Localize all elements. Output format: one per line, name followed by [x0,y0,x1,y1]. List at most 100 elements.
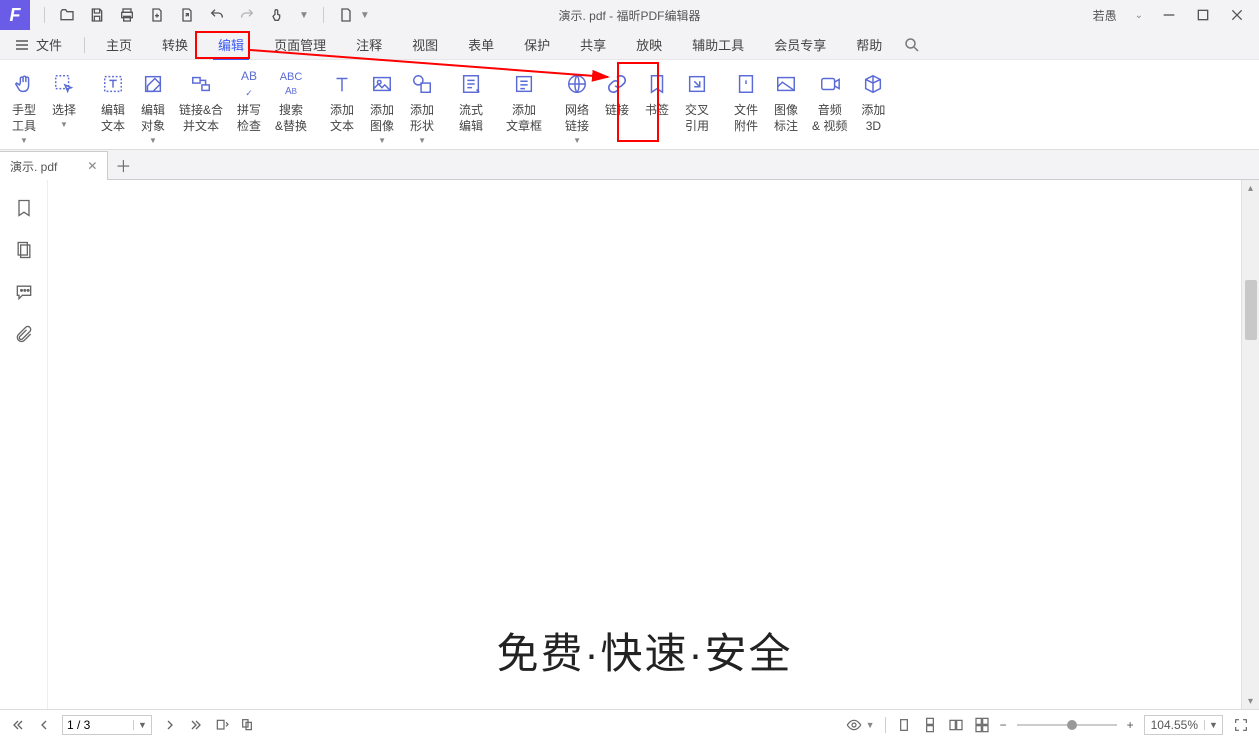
user-name[interactable]: 若愚 [1093,7,1117,24]
link-merge-text-button[interactable]: 链接&合并文本 [173,64,229,150]
menu-编辑[interactable]: 编辑 [203,30,259,60]
chevron-down-icon: ▼ [378,136,386,147]
first-page-icon[interactable] [10,717,26,733]
menu-共享[interactable]: 共享 [565,30,621,60]
zoom-slider[interactable] [1017,724,1117,726]
chevron-down-icon[interactable]: ⌄ [1135,10,1143,21]
add-shape-button[interactable]: 添加形状 ▼ [402,64,442,150]
menu-主页[interactable]: 主页 [91,30,147,60]
pdf-page: 免费·快速·安全 [48,180,1241,709]
visibility-icon[interactable] [846,717,862,733]
maximize-icon[interactable] [1195,7,1211,23]
two-page-continuous-icon[interactable] [974,717,990,733]
menu-会员专享[interactable]: 会员专享 [759,30,841,60]
file-attach-button[interactable]: 文件附件 [726,64,766,150]
main-area: ▶ 免费·快速·安全 ▴ ▾ [0,180,1259,709]
two-page-icon[interactable] [948,717,964,733]
scroll-thumb[interactable] [1245,280,1257,340]
vertical-scrollbar[interactable]: ▴ ▾ [1241,180,1259,709]
menu-保护[interactable]: 保护 [509,30,565,60]
document-viewport[interactable]: 免费·快速·安全 [48,180,1241,709]
cross-ref-button[interactable]: 交叉引用 [677,64,717,150]
page-field[interactable] [63,718,133,732]
slider-thumb[interactable] [1067,720,1077,730]
window-controls: 若愚 ⌄ [1093,7,1259,24]
next-page-icon[interactable] [162,717,178,733]
chevron-down-icon: ▼ [60,120,68,131]
file-menu[interactable]: 文件 [14,35,74,54]
attachments-panel-icon[interactable] [14,324,34,344]
menu-表单[interactable]: 表单 [453,30,509,60]
menu-页面管理[interactable]: 页面管理 [259,30,341,60]
page-export-icon[interactable] [179,7,195,23]
menu-视图[interactable]: 视图 [397,30,453,60]
add-3d-button[interactable]: 添加3D [853,64,893,150]
menu-辅助工具[interactable]: 辅助工具 [677,30,759,60]
continuous-icon[interactable] [922,717,938,733]
print-icon[interactable] [119,7,135,23]
undo-icon[interactable] [209,7,225,23]
status-bar: ▼ ▼ − + 104.55% ▼ [0,709,1259,739]
add-text-button[interactable]: 添加文本 [322,64,362,150]
page-add-icon[interactable] [149,7,165,23]
edit-object-button[interactable]: 编辑对象 ▼ [133,64,173,150]
rotate-view-icon[interactable] [214,717,230,733]
link-button[interactable]: 链接 [597,64,637,150]
bookmark-button[interactable]: 书签 [637,64,677,150]
document-tabs: 演示. pdf ✕ ＋ [0,150,1259,180]
zoom-in-button[interactable]: + [1127,718,1134,732]
scroll-up-icon[interactable]: ▴ [1242,180,1259,196]
separator [323,7,324,23]
spell-check-button[interactable]: AB✓ 拼写检查 [229,64,269,150]
prev-page-icon[interactable] [36,717,52,733]
close-icon[interactable]: ✕ [87,159,97,173]
add-image-button[interactable]: 添加图像 ▼ [362,64,402,150]
tab-label: 演示. pdf [10,158,57,175]
search-icon[interactable] [903,36,921,54]
image-annot-button[interactable]: 图像标注 [766,64,806,150]
reflow-edit-button[interactable]: 流式编辑 [451,64,491,150]
menu-注释[interactable]: 注释 [341,30,397,60]
chevron-down-icon[interactable]: ▼ [1204,720,1222,730]
edit-text-button[interactable]: 编辑文本 [93,64,133,150]
page-number-input[interactable]: ▼ [62,715,152,735]
web-link-button[interactable]: 网络链接 ▼ [557,64,597,150]
chevron-down-icon: ▼ [149,136,157,147]
scroll-down-icon[interactable]: ▾ [1242,693,1259,709]
pages-panel-icon[interactable] [14,240,34,260]
page-headline: 免费·快速·安全 [497,620,793,681]
rotate-pages-icon[interactable] [240,717,256,733]
add-tab-button[interactable]: ＋ [108,150,138,179]
add-article-button[interactable]: 添加文章框 [500,64,548,150]
menu-放映[interactable]: 放映 [621,30,677,60]
save-icon[interactable] [89,7,105,23]
title-bar: F ▼ ▼ 演示. pdf - 福昕PDF编辑器 若愚 ⌄ [0,0,1259,30]
open-icon[interactable] [59,7,75,23]
menu-转换[interactable]: 转换 [147,30,203,60]
select-button[interactable]: 选择 ▼ [44,64,84,150]
touch-icon[interactable] [269,7,285,23]
close-icon[interactable] [1229,7,1245,23]
dropdown-page-icon[interactable] [338,7,354,23]
menu-帮助[interactable]: 帮助 [841,30,897,60]
ribbon-toolbar: 手型工具 ▼ 选择 ▼ 编辑文本 编辑对象 ▼ 链接&合并文本 AB✓ 拼写检查… [0,60,1259,150]
single-page-icon[interactable] [896,717,912,733]
minimize-icon[interactable] [1161,7,1177,23]
file-label: 文件 [36,35,62,54]
chevron-down-icon[interactable]: ▼ [360,10,370,21]
zoom-out-button[interactable]: − [1000,718,1007,732]
chevron-down-icon[interactable]: ▼ [866,720,875,730]
bookmark-panel-icon[interactable] [14,198,34,218]
hand-tool-button[interactable]: 手型工具 ▼ [4,64,44,150]
last-page-icon[interactable] [188,717,204,733]
redo-icon[interactable] [239,7,255,23]
comments-panel-icon[interactable] [14,282,34,302]
menu-bar: 文件 主页转换编辑页面管理注释视图表单保护共享放映辅助工具会员专享帮助 [0,30,1259,60]
document-tab[interactable]: 演示. pdf ✕ [0,151,108,180]
search-replace-button[interactable]: ABCAB 搜索&替换 [269,64,313,150]
audio-video-button[interactable]: 音频& 视频 [806,64,853,150]
chevron-down-icon[interactable]: ▼ [133,720,151,730]
fullscreen-icon[interactable] [1233,717,1249,733]
zoom-value[interactable]: 104.55% ▼ [1144,715,1223,735]
chevron-down-icon[interactable]: ▼ [299,10,309,21]
